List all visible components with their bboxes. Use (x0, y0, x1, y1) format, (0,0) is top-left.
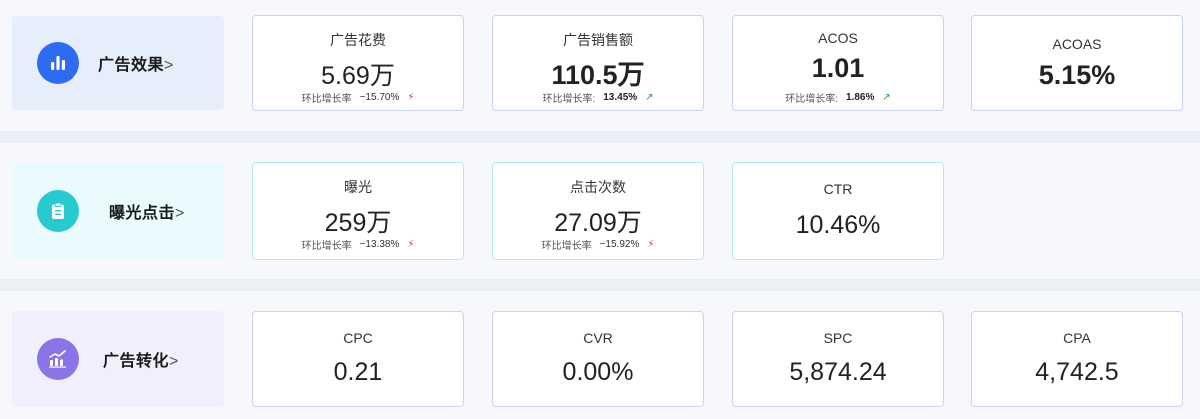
metric-title: 点击次数 (570, 179, 626, 195)
section-divider (0, 279, 1200, 291)
metric-title: 广告花费 (330, 32, 386, 48)
change-label: 环比增长率: (542, 94, 596, 105)
metric-card-clicks: 点击次数 27.09万 环比增长率 −15.92% ⚡ (492, 162, 704, 260)
metric-title: CTR (823, 181, 853, 197)
metric-value: 10.46% (795, 211, 881, 239)
section-label: 曝光点击> (109, 205, 185, 222)
chevron-right-icon: > (175, 205, 185, 222)
bar-chart-icon (37, 42, 79, 84)
metric-value: 110.5万 (551, 60, 645, 90)
metric-value: 5.69万 (321, 62, 395, 90)
metric-value: 1.01 (811, 53, 865, 83)
metric-title: CPA (1063, 330, 1091, 346)
section-link-ad-effect[interactable]: 广告效果> (12, 16, 224, 110)
metric-value: 0.00% (562, 358, 634, 386)
metric-card-cpc: CPC 0.21 (252, 311, 464, 407)
metric-title: CVR (583, 330, 613, 346)
trend-down-icon: ⚡ (647, 239, 655, 250)
metric-change: 环比增长率: 13.45% ↗ (493, 90, 703, 105)
trend-chart-icon (37, 338, 79, 380)
trend-up-icon: ↗ (882, 92, 891, 103)
metric-card-spc: SPC 5,874.24 (732, 311, 944, 407)
metric-value: 4,742.5 (1035, 358, 1119, 386)
metric-value: 0.21 (333, 358, 383, 386)
metric-title: SPC (823, 330, 853, 346)
change-value: −15.92% (599, 239, 640, 250)
metric-value: 27.09万 (554, 209, 642, 237)
metric-change: 环比增长率 −15.92% ⚡ (493, 237, 703, 252)
trend-up-icon: ↗ (645, 92, 654, 103)
chevron-right-icon: > (164, 57, 174, 74)
change-label: 环比增长率: (785, 94, 839, 105)
metric-card-cpa: CPA 4,742.5 (971, 311, 1183, 407)
metric-card-cvr: CVR 0.00% (492, 311, 704, 407)
metric-value: 259万 (324, 209, 392, 237)
metric-change: 环比增长率 −15.70% ⚡ (253, 90, 463, 105)
metric-card-ctr: CTR 10.46% (732, 162, 944, 260)
metric-card-ad-spend: 广告花费 5.69万 环比增长率 −15.70% ⚡ (252, 15, 464, 111)
change-label: 环比增长率 (541, 241, 592, 252)
chevron-right-icon: > (169, 353, 179, 370)
metric-card-acos: ACOS 1.01 环比增长率: 1.86% ↗ (732, 15, 944, 111)
section-link-impression-click[interactable]: 曝光点击> (12, 163, 224, 259)
metric-value: 5.15% (1038, 60, 1116, 90)
section-link-ad-conversion[interactable]: 广告转化> (12, 311, 224, 407)
metric-title: 曝光 (344, 179, 372, 195)
metric-title: ACOAS (1052, 36, 1102, 52)
metric-title: CPC (343, 330, 373, 346)
change-value: 1.86% (846, 92, 875, 103)
metric-card-impressions: 曝光 259万 环比增长率 −13.38% ⚡ (252, 162, 464, 260)
section-label: 广告效果> (98, 57, 174, 74)
metric-title: 广告销售额 (563, 32, 633, 48)
metric-change: 环比增长率 −13.38% ⚡ (253, 237, 463, 252)
section-divider (0, 131, 1200, 143)
clipboard-icon (37, 190, 79, 232)
metric-value: 5,874.24 (789, 358, 887, 386)
trend-down-icon: ⚡ (407, 239, 415, 250)
metric-card-acoas: ACOAS 5.15% (971, 15, 1183, 111)
change-label: 环比增长率 (301, 94, 352, 105)
change-value: 13.45% (603, 92, 638, 103)
metric-title: ACOS (818, 30, 858, 46)
metric-card-ad-sales: 广告销售额 110.5万 环比增长率: 13.45% ↗ (492, 15, 704, 111)
trend-down-icon: ⚡ (407, 92, 415, 103)
section-label: 广告转化> (103, 353, 179, 370)
change-label: 环比增长率 (301, 241, 352, 252)
change-value: −15.70% (359, 92, 400, 103)
change-value: −13.38% (359, 239, 400, 250)
metric-change: 环比增长率: 1.86% ↗ (733, 90, 943, 105)
